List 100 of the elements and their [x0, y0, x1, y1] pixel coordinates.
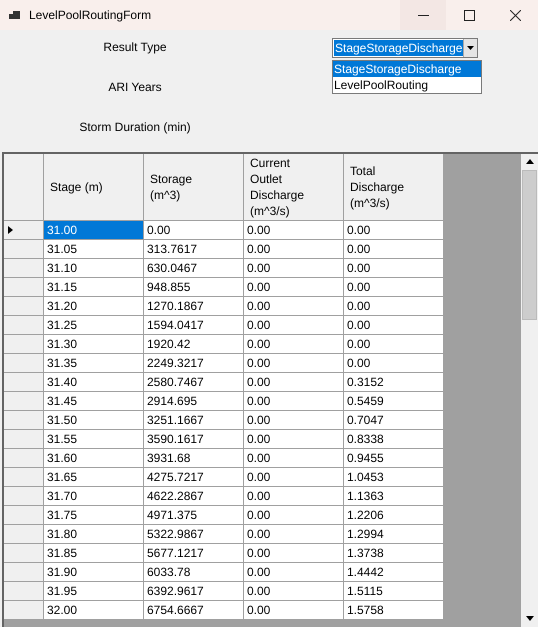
- table-cell: 1.2994: [344, 525, 444, 544]
- table-cell: 31.90: [44, 563, 144, 582]
- table-cell: 3590.1617: [144, 430, 244, 449]
- table-cell: 31.30: [44, 335, 144, 354]
- table-cell: 1.3738: [344, 544, 444, 563]
- table-cell: 2249.3217: [144, 354, 244, 373]
- table-cell: 31.05: [44, 240, 144, 259]
- table-cell: 1.5115: [344, 582, 444, 601]
- table-cell: 0.00: [344, 335, 444, 354]
- table-cell: 1.4442: [344, 563, 444, 582]
- field-label: ARI Years: [108, 79, 162, 96]
- table-cell: 313.7617: [144, 240, 244, 259]
- table-cell: 6392.9617: [144, 582, 244, 601]
- table-cell: 2580.7467: [144, 373, 244, 392]
- table-cell: 31.00: [44, 221, 144, 240]
- result-type-dropdown[interactable]: StageStorageDischarge: [332, 38, 478, 58]
- dropdown-option[interactable]: LevelPoolRouting: [333, 77, 481, 93]
- table-cell: 0.5459: [344, 392, 444, 411]
- table-cell: 0.00: [344, 278, 444, 297]
- table-cell: 1270.1867: [144, 297, 244, 316]
- table-cell: 32.00: [44, 601, 144, 620]
- table-cell: 31.80: [44, 525, 144, 544]
- scroll-thumb[interactable]: [522, 170, 537, 320]
- close-icon: [510, 10, 520, 20]
- table-cell: 3931.68: [144, 449, 244, 468]
- table-cell: 31.55: [44, 430, 144, 449]
- table-cell: 0.00: [244, 373, 344, 392]
- dropdown-value: StageStorageDischarge: [334, 40, 464, 56]
- table-cell: 0.00: [344, 240, 444, 259]
- caret-icon: [467, 46, 474, 50]
- field-label: Storm Duration (min): [79, 119, 191, 136]
- dropdown-option[interactable]: StageStorageDischarge: [333, 61, 481, 77]
- table-cell: 31.35: [44, 354, 144, 373]
- table-cell: 0.00: [244, 449, 344, 468]
- table-cell: 2914.695: [144, 392, 244, 411]
- table-cell: 6754.6667: [144, 601, 244, 620]
- table-cell: 1.0453: [344, 468, 444, 487]
- table-cell: 0.00: [244, 468, 344, 487]
- table-cell: 0.00: [244, 221, 344, 240]
- field-label: Result Type: [103, 39, 167, 56]
- table-cell: 0.3152: [344, 373, 444, 392]
- table-cell: 6033.78: [144, 563, 244, 582]
- table-cell: 31.70: [44, 487, 144, 506]
- current-row-icon: [8, 226, 13, 234]
- table-cell: 1594.0417: [144, 316, 244, 335]
- table-cell: 4622.2867: [144, 487, 244, 506]
- table-cell: 948.855: [144, 278, 244, 297]
- table-cell: 31.75: [44, 506, 144, 525]
- table-cell: 0.00: [244, 297, 344, 316]
- table-cell: 4275.7217: [144, 468, 244, 487]
- table-cell: 0.00: [244, 506, 344, 525]
- table-cell: 0.7047: [344, 411, 444, 430]
- table-cell: 31.50: [44, 411, 144, 430]
- table-cell: 1.5758: [344, 601, 444, 620]
- table-cell: 0.00: [244, 544, 344, 563]
- table-cell: 5322.9867: [144, 525, 244, 544]
- table-cell: 0.00: [244, 430, 344, 449]
- app-icon: [9, 9, 21, 21]
- table-cell: 0.00: [244, 259, 344, 278]
- table-cell: 0.00: [244, 240, 344, 259]
- row-header[interactable]: [4, 221, 44, 240]
- table-cell: 0.00: [244, 525, 344, 544]
- table-cell: 31.65: [44, 468, 144, 487]
- table-cell: 1920.42: [144, 335, 244, 354]
- table-cell: 0.00: [244, 392, 344, 411]
- table-cell: 0.00: [244, 411, 344, 430]
- table-cell: 0.00: [244, 582, 344, 601]
- table-cell: 31.10: [44, 259, 144, 278]
- table-cell: 31.15: [44, 278, 144, 297]
- table-cell: 0.00: [344, 221, 444, 240]
- table-cell: 31.95: [44, 582, 144, 601]
- vertical-scrollbar[interactable]: [521, 154, 538, 627]
- table-cell: 0.00: [344, 297, 444, 316]
- table-cell: 0.8338: [344, 430, 444, 449]
- table-cell: 31.20: [44, 297, 144, 316]
- table-cell: 0.00: [244, 354, 344, 373]
- table-cell: 3251.1667: [144, 411, 244, 430]
- table-cell: 31.85: [44, 544, 144, 563]
- table-cell: 0.00: [244, 487, 344, 506]
- table-cell: 0.00: [244, 278, 344, 297]
- table-cell: 630.0467: [144, 259, 244, 278]
- maximize-icon: [464, 10, 474, 20]
- table-cell: 4971.375: [144, 506, 244, 525]
- table-cell: 1.1363: [344, 487, 444, 506]
- table-cell: 5677.1217: [144, 544, 244, 563]
- table-cell: 31.60: [44, 449, 144, 468]
- table-cell: 0.00: [244, 316, 344, 335]
- window-title: LevelPoolRoutingForm: [29, 7, 152, 24]
- table-cell: 0.9455: [344, 449, 444, 468]
- scroll-up-icon[interactable]: [526, 159, 534, 164]
- minimize-icon: [418, 14, 428, 16]
- table-cell: 0.00: [344, 354, 444, 373]
- table-cell: 0.00: [344, 316, 444, 335]
- table-cell: 31.25: [44, 316, 144, 335]
- table-cell: 0.00: [244, 563, 344, 582]
- table-cell: 0.00: [344, 259, 444, 278]
- table-cell: 0.00: [244, 335, 344, 354]
- scroll-down-icon[interactable]: [526, 616, 534, 621]
- table-cell: 1.2206: [344, 506, 444, 525]
- table-cell: 31.40: [44, 373, 144, 392]
